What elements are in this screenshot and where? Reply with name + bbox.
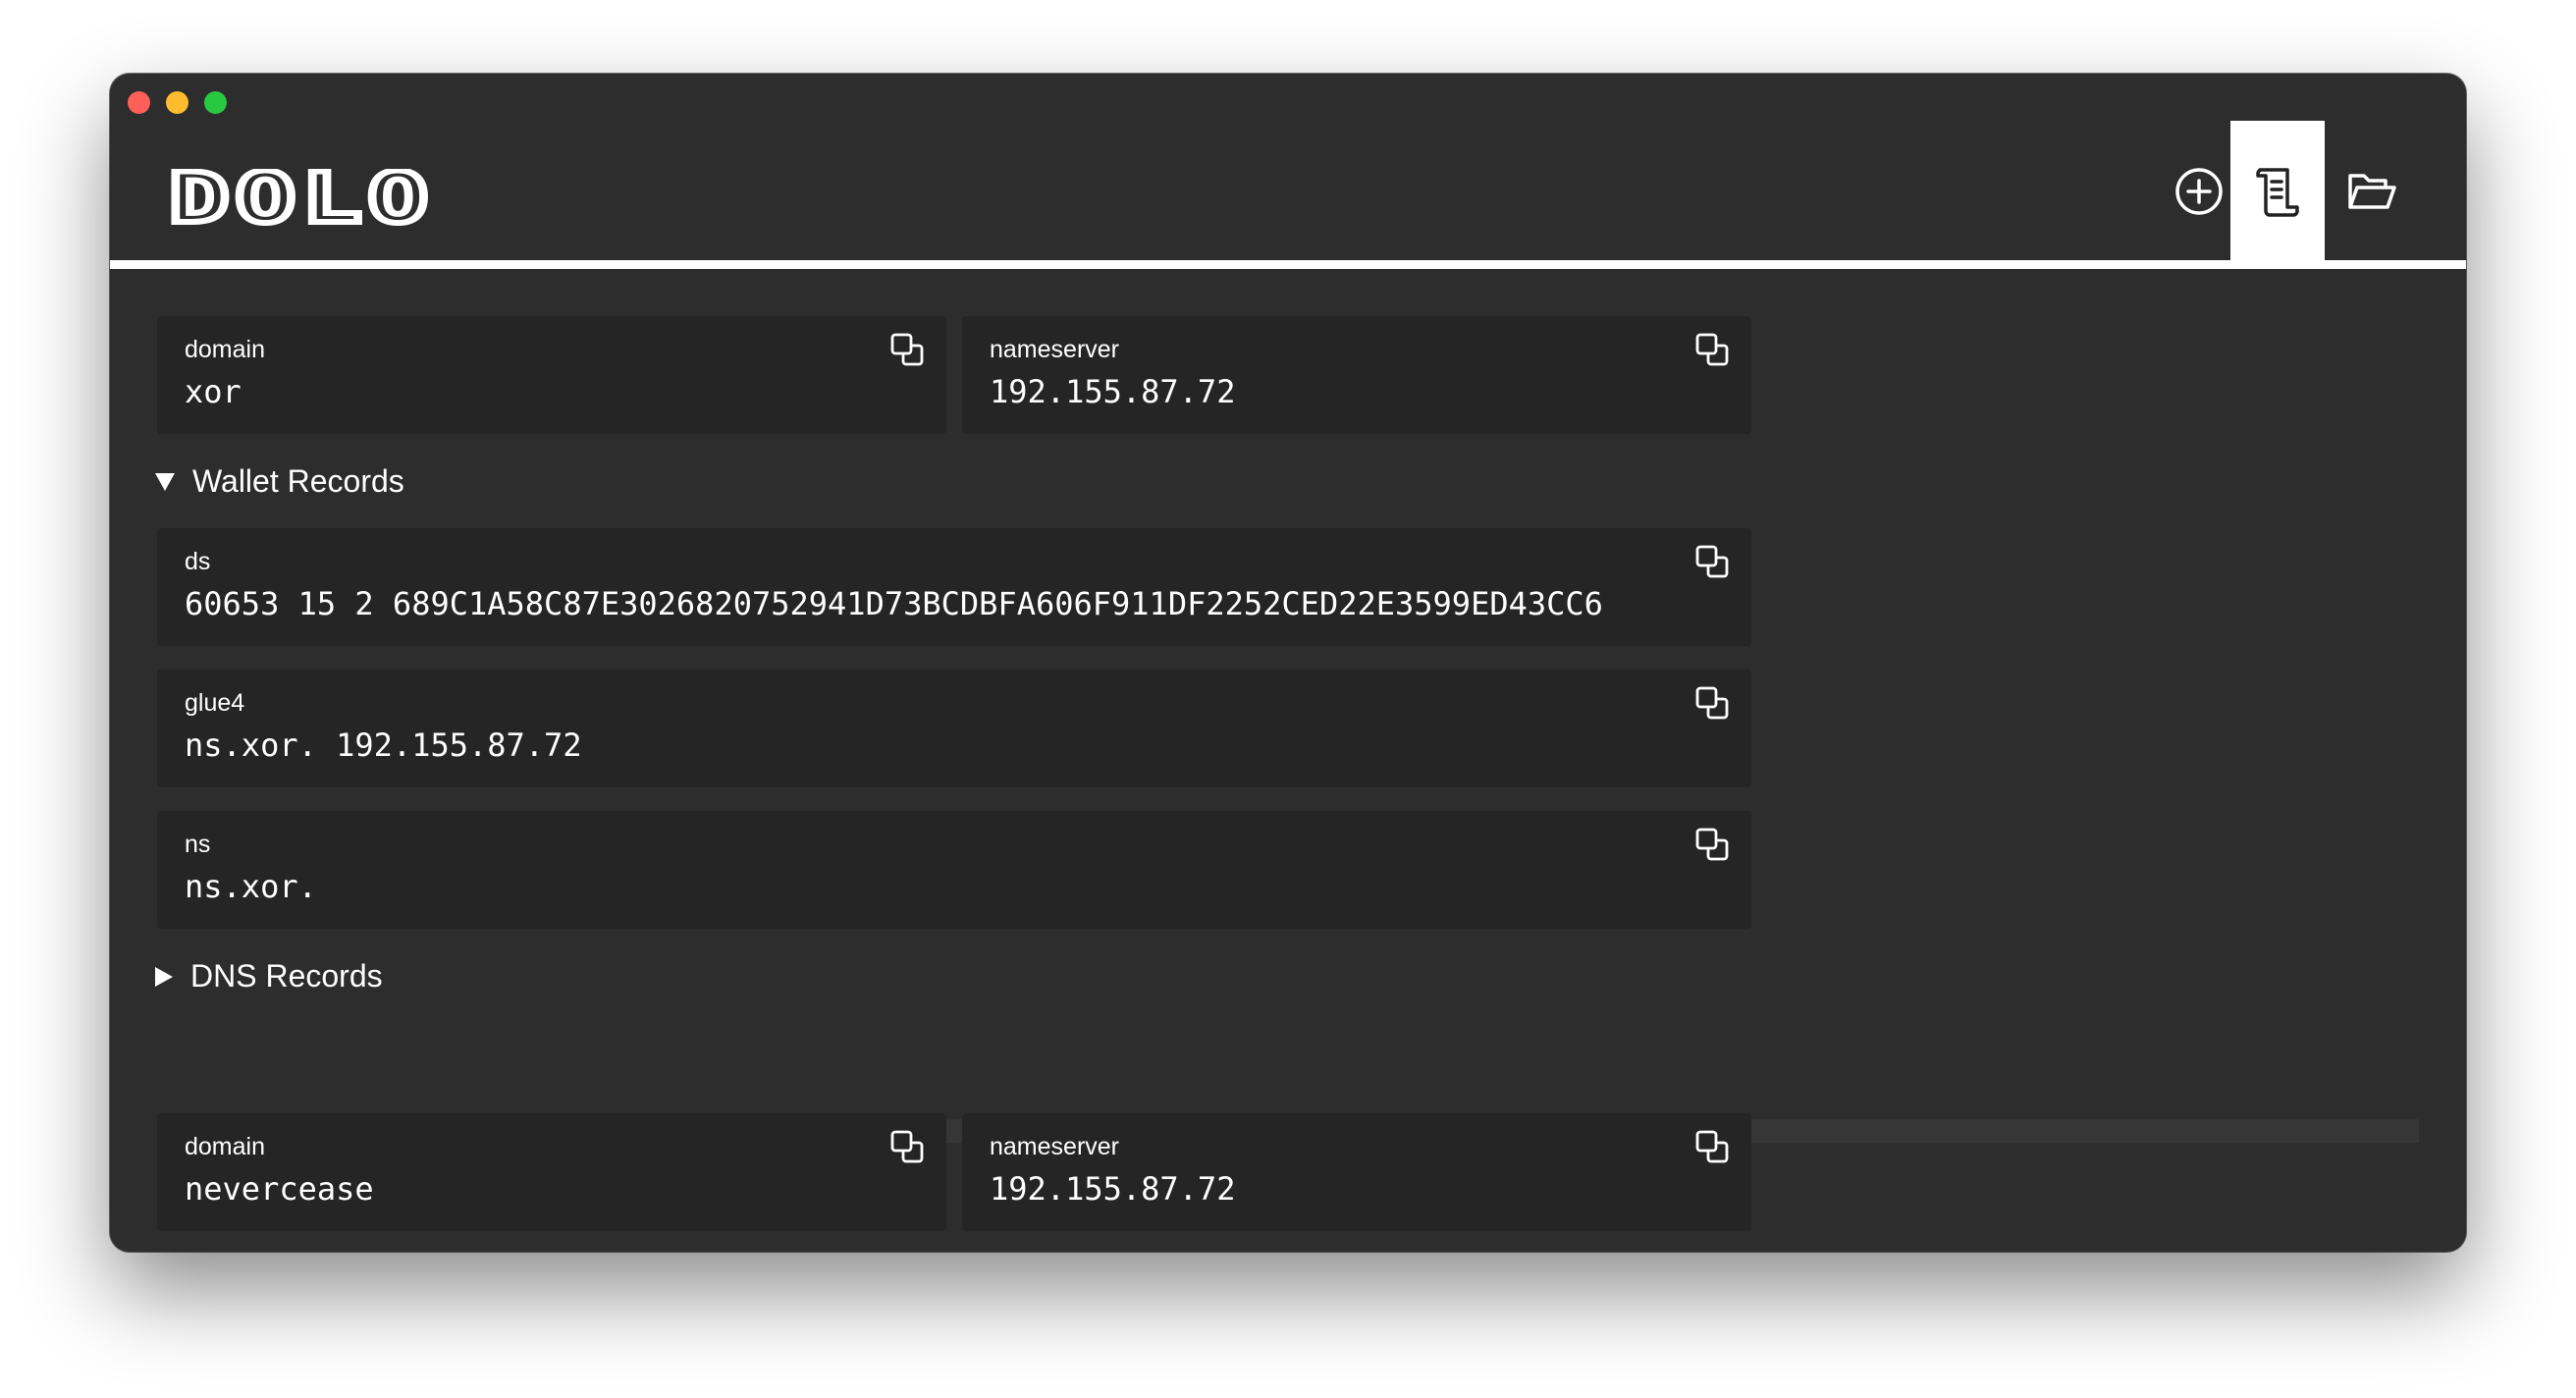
copy-icon xyxy=(1695,686,1729,720)
plus-circle-icon xyxy=(2175,168,2223,215)
record-label: ns xyxy=(185,831,211,858)
nameserver-label: nameserver xyxy=(990,336,1119,363)
caret-down-icon xyxy=(155,472,175,491)
record-label: ds xyxy=(185,548,211,575)
record-card-glue4: glue4 ns.xor. 192.155.87.72 xyxy=(157,670,1751,787)
folder-open-icon xyxy=(2348,174,2396,209)
caret-right-icon xyxy=(155,966,173,987)
app-logo: DOLO xyxy=(166,155,440,242)
copy-button[interactable] xyxy=(1694,685,1730,721)
copy-button[interactable] xyxy=(1694,332,1730,367)
records-button[interactable] xyxy=(2230,121,2325,262)
copy-icon xyxy=(890,333,924,366)
domain-label: domain xyxy=(185,336,265,363)
copy-button[interactable] xyxy=(1694,1129,1730,1164)
records-content: domain xor nameserver 192.155.87.72 Wall xyxy=(110,269,2466,1252)
record-value: ns.xor. 192.155.87.72 xyxy=(185,726,582,764)
copy-icon xyxy=(1695,545,1729,578)
dns-records-toggle[interactable]: DNS Records xyxy=(155,958,383,995)
domain-card: domain xor xyxy=(157,316,946,434)
domain-card: domain nevercease xyxy=(157,1113,946,1231)
open-folder-button[interactable] xyxy=(2325,121,2419,262)
nameserver-label: nameserver xyxy=(990,1133,1119,1160)
copy-icon xyxy=(1695,333,1729,366)
copy-button[interactable] xyxy=(889,1129,925,1164)
record-card-ds: ds 60653 15 2 689C1A58C87E3026820752941D… xyxy=(157,528,1751,646)
nameserver-card: nameserver 192.155.87.72 xyxy=(962,1113,1751,1231)
app-header: DOLO xyxy=(110,74,2466,269)
copy-icon xyxy=(1695,828,1729,861)
dns-records-title: DNS Records xyxy=(190,958,383,994)
copy-icon xyxy=(890,1130,924,1163)
domain-label: domain xyxy=(185,1133,265,1160)
record-value: ns.xor. xyxy=(185,868,317,905)
header-divider xyxy=(110,260,2466,269)
scroll-icon xyxy=(2256,168,2299,217)
record-card-ns: ns ns.xor. xyxy=(157,811,1751,929)
nameserver-value: 192.155.87.72 xyxy=(990,373,1236,410)
wallet-records-toggle[interactable]: Wallet Records xyxy=(155,463,404,500)
nameserver-value: 192.155.87.72 xyxy=(990,1170,1236,1208)
domain-value: nevercease xyxy=(185,1170,374,1208)
nameserver-card: nameserver 192.155.87.72 xyxy=(962,316,1751,434)
app-window: DOLO domain xor nameserver 192.155.87.72… xyxy=(110,74,2466,1252)
logo-text: DOLO xyxy=(169,169,434,228)
wallet-records-title: Wallet Records xyxy=(192,463,404,499)
record-value: 60653 15 2 689C1A58C87E3026820752941D73B… xyxy=(185,585,1603,622)
copy-button[interactable] xyxy=(889,332,925,367)
record-label: glue4 xyxy=(185,689,245,717)
domain-value: xor xyxy=(185,373,242,410)
copy-icon xyxy=(1695,1130,1729,1163)
copy-button[interactable] xyxy=(1694,827,1730,862)
copy-button[interactable] xyxy=(1694,544,1730,579)
